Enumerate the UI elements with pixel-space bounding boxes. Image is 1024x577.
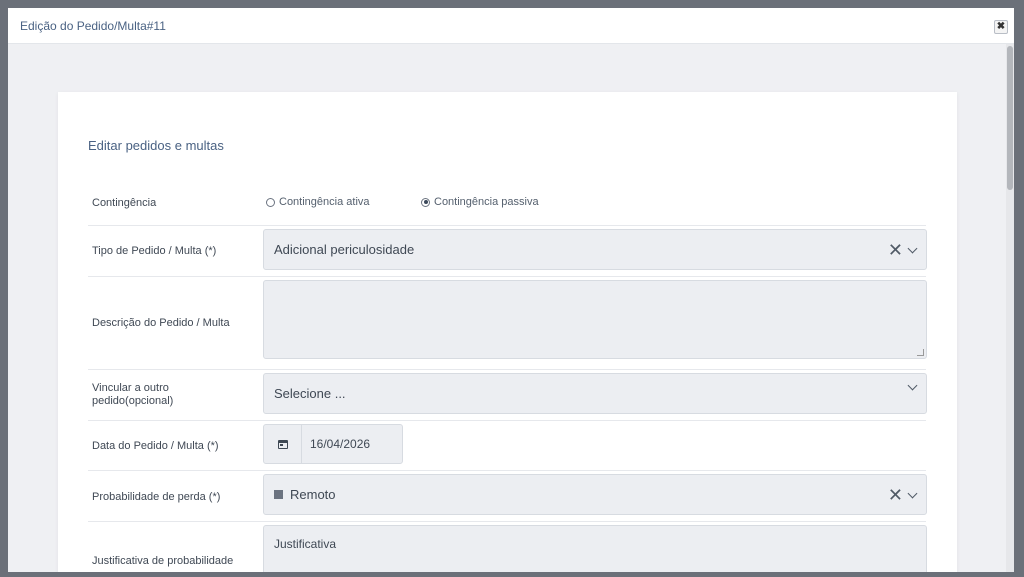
data-label: Data do Pedido / Multa (*) xyxy=(92,440,219,452)
radio-unchecked-icon xyxy=(266,197,275,207)
data-value: 16/04/2026 xyxy=(310,437,371,451)
descricao-label: Descrição do Pedido / Multa xyxy=(92,317,230,329)
modal-window: Edição do Pedido/Multa#11 ✖ Editar pedid… xyxy=(8,8,1014,572)
justificativa-placeholder: Justificativa xyxy=(274,537,337,551)
clear-icon[interactable]: ✕ xyxy=(888,241,903,259)
vincular-select[interactable]: Selecione ... xyxy=(263,373,927,414)
clear-icon[interactable]: ✕ xyxy=(888,486,903,504)
row-data: Data do Pedido / Multa (*) 16/04/2026 xyxy=(88,421,926,471)
descricao-textarea[interactable] xyxy=(263,280,927,359)
radio-passiva-label: Contingência passiva xyxy=(434,196,539,208)
form-heading: Editar pedidos e multas xyxy=(88,138,224,153)
radio-contingencia-passiva[interactable]: Contingência passiva xyxy=(421,196,539,208)
vincular-label-line1: Vincular a outro xyxy=(92,382,169,394)
vincular-label: Vincular a outro pedido(opcional) xyxy=(92,382,173,408)
square-icon xyxy=(274,490,283,499)
scrollbar-thumb[interactable] xyxy=(1007,46,1013,190)
chevron-down-icon[interactable] xyxy=(907,488,918,498)
modal-titlebar: Edição do Pedido/Multa#11 ✖ xyxy=(8,8,1014,44)
row-justificativa: Justificativa de probabilidade Justifica… xyxy=(88,522,927,572)
calendar-button[interactable] xyxy=(264,425,302,463)
data-input[interactable]: 16/04/2026 xyxy=(263,424,403,464)
probabilidade-value-wrap: Remoto xyxy=(274,487,336,502)
row-tipo: Tipo de Pedido / Multa (*) Adicional per… xyxy=(88,226,927,277)
vincular-value: Selecione ... xyxy=(274,386,346,401)
row-contingencia: Contingência Contingência ativa Contingê… xyxy=(88,184,926,226)
radio-checked-icon xyxy=(421,197,430,207)
close-icon[interactable]: ✖ xyxy=(994,20,1008,34)
probabilidade-value: Remoto xyxy=(290,487,336,502)
modal-title: Edição do Pedido/Multa#11 xyxy=(20,19,166,33)
probabilidade-label: Probabilidade de perda (*) xyxy=(92,491,221,503)
radio-ativa-label: Contingência ativa xyxy=(279,196,370,208)
calendar-icon xyxy=(277,439,288,449)
tipo-select[interactable]: Adicional periculosidade ✕ xyxy=(263,229,927,270)
row-vincular: Vincular a outro pedido(opcional) Seleci… xyxy=(88,370,927,421)
chevron-down-icon[interactable] xyxy=(907,380,918,391)
justificativa-label: Justificativa de probabilidade xyxy=(92,555,234,567)
radio-contingencia-ativa[interactable]: Contingência ativa xyxy=(266,196,370,208)
resize-icon[interactable] xyxy=(917,349,924,356)
chevron-down-icon[interactable] xyxy=(907,243,918,253)
tipo-label: Tipo de Pedido / Multa (*) xyxy=(92,245,217,257)
contingencia-label: Contingência xyxy=(92,197,157,209)
row-probabilidade: Probabilidade de perda (*) Remoto ✕ xyxy=(88,471,927,522)
justificativa-textarea[interactable]: Justificativa xyxy=(263,525,927,572)
tipo-value: Adicional periculosidade xyxy=(274,242,415,257)
probabilidade-select[interactable]: Remoto ✕ xyxy=(263,474,927,515)
form-card: Editar pedidos e multas Contingência Con… xyxy=(58,92,957,572)
row-descricao: Descrição do Pedido / Multa xyxy=(88,277,927,370)
vincular-label-line2: pedido(opcional) xyxy=(92,395,174,407)
